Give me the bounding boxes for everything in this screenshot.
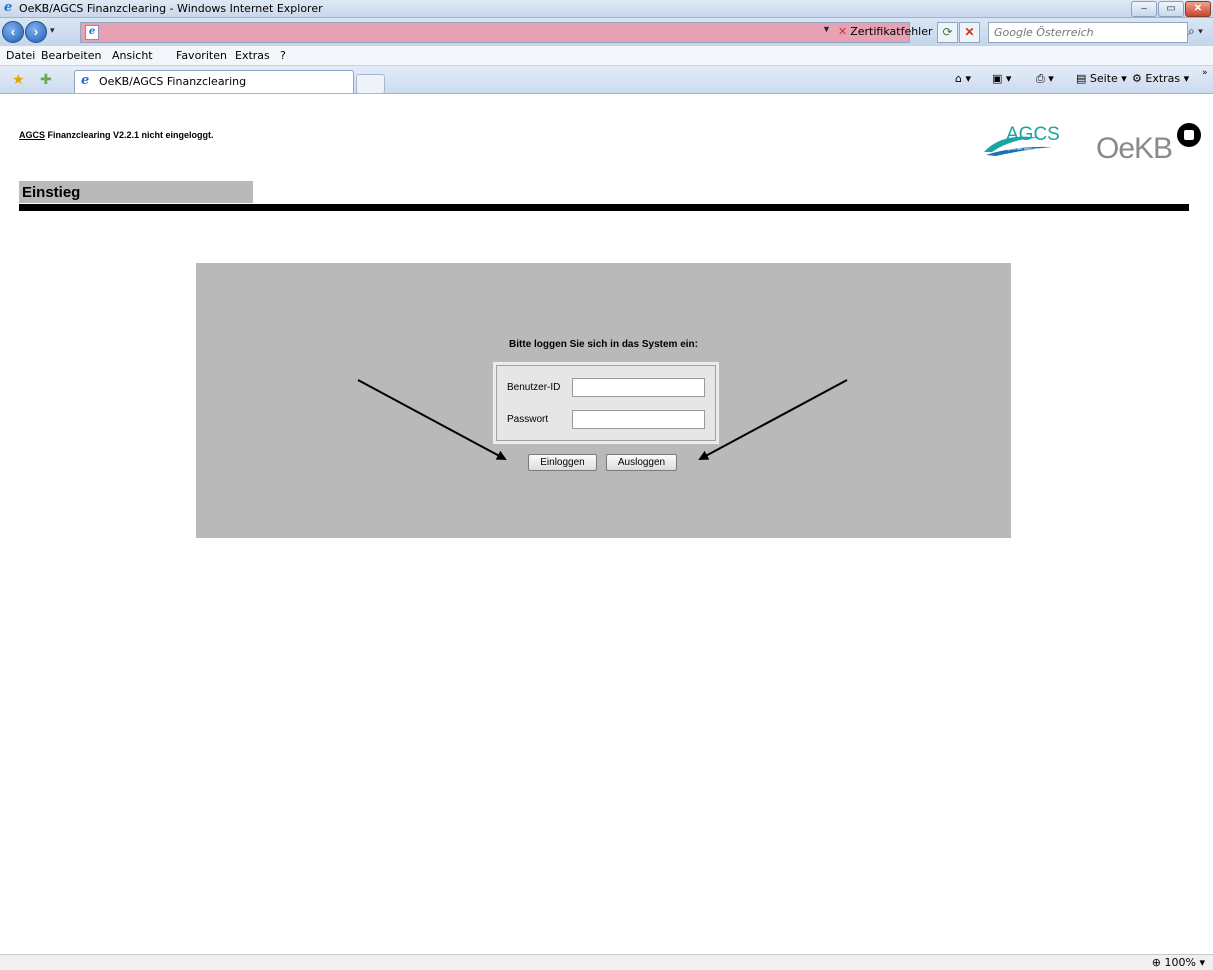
zoom-control[interactable]: ⊕ 100% ▾ <box>1152 956 1205 969</box>
menu-edit[interactable]: Bearbeiten <box>41 49 101 62</box>
maximize-button[interactable]: ▭ <box>1158 1 1184 17</box>
page-menu-icon: ▤ <box>1076 72 1087 85</box>
page-menu-button[interactable]: ▤ Seite ▾ <box>1076 72 1127 85</box>
agcs-logo: AGCS mitglied der oekb gruppe <box>984 124 1060 156</box>
menu-favorites[interactable]: Favoriten <box>176 49 227 62</box>
menu-file[interactable]: Datei <box>6 49 35 62</box>
agcs-logo-tagline: mitglied der oekb gruppe <box>1002 146 1047 151</box>
tools-menu-label: Extras <box>1145 72 1181 85</box>
zoom-level: 100% <box>1164 956 1196 969</box>
tab-bar: ★ ✚ e OeKB/AGCS Finanzclearing ⌂ ▾ ▣ ▾ ⎙… <box>0 66 1213 94</box>
status-bar: ⊕ 100% ▾ <box>0 954 1213 970</box>
new-tab-button[interactable] <box>356 74 385 94</box>
page-menu-label: Seite <box>1089 72 1118 85</box>
gear-icon: ⚙ <box>1132 72 1142 85</box>
certificate-error-button[interactable]: ✕ Zertifikatfehler <box>838 22 933 41</box>
login-status-text: AGCS Finanzclearing V2.2.1 nicht eingelo… <box>19 130 214 140</box>
address-dropdown-icon[interactable]: ▼ <box>822 24 831 34</box>
tools-menu-button[interactable]: ⚙ Extras ▾ <box>1132 72 1189 85</box>
add-favorite-icon[interactable]: ✚ <box>40 71 52 88</box>
home-icon[interactable]: ⌂ ▾ <box>955 72 971 85</box>
menu-tools[interactable]: Extras <box>235 49 270 62</box>
page-icon: e <box>85 25 99 40</box>
stop-button[interactable]: ✕ <box>959 22 980 43</box>
login-button[interactable]: Einloggen <box>528 454 597 471</box>
password-input[interactable] <box>572 410 705 429</box>
window-titlebar: e OeKB/AGCS Finanzclearing - Windows Int… <box>0 0 1213 18</box>
zoom-icon: ⊕ <box>1151 956 1162 969</box>
back-button[interactable]: ‹ <box>2 21 24 43</box>
logout-button[interactable]: Ausloggen <box>606 454 677 471</box>
address-toolbar: ‹ › ▾ e ▼ ✕Zertifikatfehler ⟳ ✕ ⌕ ▾ <box>0 18 1213 46</box>
status-message: Finanzclearing V2.2.1 nicht eingeloggt. <box>45 130 214 140</box>
menu-bar: Datei Bearbeiten Ansicht Favoriten Extra… <box>0 46 1213 66</box>
search-input[interactable] <box>989 23 1166 42</box>
section-divider <box>19 204 1189 211</box>
search-box[interactable] <box>988 22 1188 43</box>
feeds-icon[interactable]: ▣ ▾ <box>992 72 1011 85</box>
login-prompt: Bitte loggen Sie sich in das System ein: <box>509 339 698 350</box>
close-button[interactable]: ✕ <box>1185 1 1211 17</box>
forward-button[interactable]: › <box>25 21 47 43</box>
menu-view[interactable]: Ansicht <box>112 49 153 62</box>
tab-label: OeKB/AGCS Finanzclearing <box>99 75 247 88</box>
menu-help[interactable]: ? <box>280 49 286 62</box>
oekb-logo-text: OeKB <box>1096 132 1172 164</box>
section-tab: Einstieg <box>19 181 253 203</box>
favorites-star-icon[interactable]: ★ <box>12 71 25 88</box>
chevron-right-icon[interactable]: » <box>1202 68 1208 78</box>
warning-icon: ✕ <box>838 25 848 38</box>
tab-active[interactable]: e OeKB/AGCS Finanzclearing <box>74 70 354 93</box>
minimize-button[interactable]: – <box>1131 1 1157 17</box>
refresh-button[interactable]: ⟳ <box>937 22 958 43</box>
address-bar[interactable]: e <box>80 22 910 43</box>
tab-ie-icon: e <box>81 73 90 88</box>
oekb-logo: OeKB <box>1096 123 1201 164</box>
app-link[interactable]: AGCS <box>19 130 45 140</box>
certificate-error-label: Zertifikatfehler <box>850 25 933 38</box>
search-icon[interactable]: ⌕ ▾ <box>1188 24 1203 39</box>
print-icon[interactable]: ⎙ ▾ <box>1036 72 1054 86</box>
user-id-label: Benutzer-ID <box>507 382 561 393</box>
login-panel: Bitte loggen Sie sich in das System ein:… <box>196 263 1011 538</box>
section-title: Einstieg <box>22 184 81 201</box>
login-form: Benutzer-ID Passwort <box>493 362 719 444</box>
agcs-logo-text: AGCS <box>1006 124 1060 145</box>
password-label: Passwort <box>507 414 549 425</box>
ie-logo-icon: e <box>4 0 13 15</box>
window-title: OeKB/AGCS Finanzclearing - Windows Inter… <box>19 2 323 15</box>
user-id-input[interactable] <box>572 378 705 397</box>
recent-pages-dropdown-icon[interactable]: ▾ <box>50 25 55 36</box>
